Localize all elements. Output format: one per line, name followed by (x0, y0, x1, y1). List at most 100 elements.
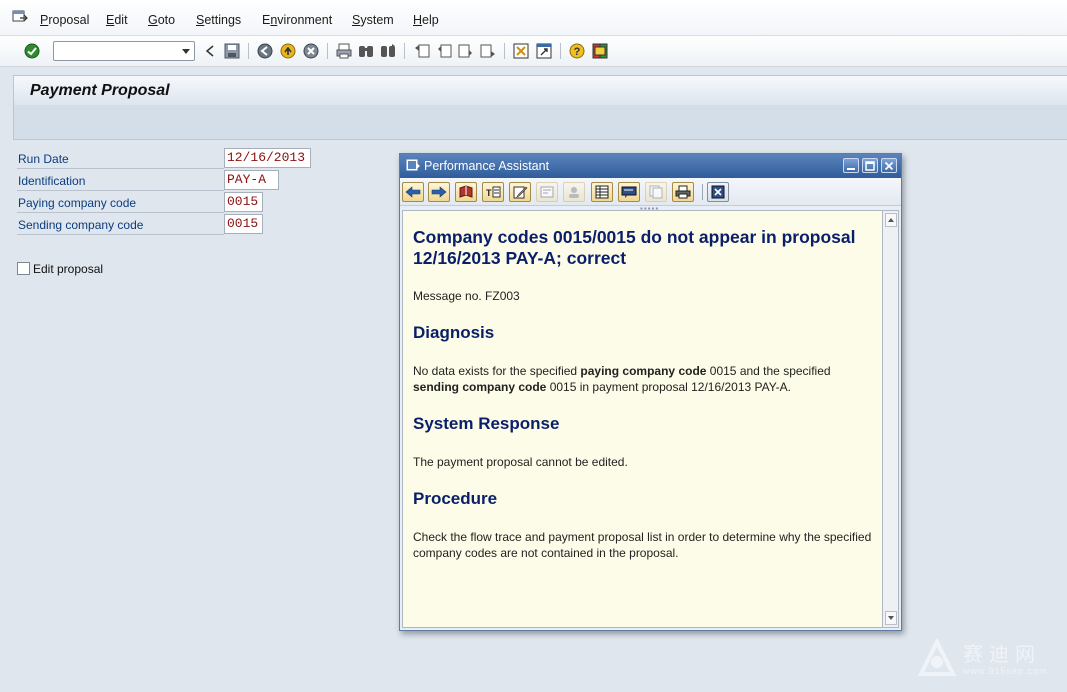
watermark-text: 赛迪网 (963, 642, 1041, 666)
help-icon[interactable]: ? (568, 42, 586, 60)
arrow-right-icon (431, 186, 447, 198)
first-page-icon[interactable] (413, 42, 431, 60)
user-icon (569, 187, 579, 198)
back-button[interactable] (402, 182, 424, 202)
menu-environment[interactable]: Environment (262, 13, 332, 27)
edit-proposal-checkbox[interactable] (17, 262, 30, 275)
diagnosis-heading: Diagnosis (413, 323, 495, 342)
last-page-icon[interactable] (479, 42, 497, 60)
watermark: 赛迪网 www.915sap.com (915, 636, 1055, 684)
copy-icon (649, 185, 663, 199)
copy-button[interactable] (645, 182, 667, 202)
toolbar-separator (504, 43, 505, 59)
menu-help[interactable]: Help (413, 13, 439, 27)
edit-icon (513, 186, 528, 199)
toolbar-separator (327, 43, 328, 59)
menu-settings[interactable]: Settings (196, 13, 241, 27)
procedure-text: Check the flow trace and payment proposa… (413, 530, 872, 560)
run-date-row: Run Date (17, 148, 224, 169)
cancel-icon[interactable] (302, 42, 320, 60)
print-icon (675, 185, 691, 199)
print-button[interactable] (672, 182, 694, 202)
assistant-content: Company codes 0015/0015 do not appear in… (402, 210, 883, 628)
system-response-heading: System Response (413, 414, 560, 433)
close-icon (711, 185, 725, 199)
message-number: Message no. FZ003 (413, 289, 520, 303)
minimize-button[interactable] (843, 158, 859, 173)
identification-field[interactable]: PAY-A (224, 170, 279, 190)
svg-text:?: ? (574, 46, 581, 58)
paying-company-code-field[interactable]: 0015 (224, 192, 263, 212)
save-icon[interactable] (223, 42, 241, 60)
system-response-text: The payment proposal cannot be edited. (413, 455, 628, 469)
technical-info-button[interactable]: T (482, 182, 504, 202)
close-assistant-button[interactable] (707, 182, 729, 202)
identification-row: Identification (17, 170, 224, 191)
comment-icon (621, 186, 637, 198)
close-icon (884, 161, 894, 170)
layout-icon[interactable] (591, 42, 609, 60)
enter-icon[interactable] (23, 42, 41, 60)
sending-company-code-label: Sending company code (18, 218, 144, 232)
back-icon[interactable] (201, 42, 219, 60)
menu-proposal[interactable]: Proposal (40, 13, 89, 27)
procedure-heading: Procedure (413, 489, 498, 508)
performance-assistant-title: Performance Assistant (424, 159, 550, 173)
system-menu-icon[interactable] (12, 10, 28, 24)
dictionary-icon (540, 186, 554, 198)
maximize-button[interactable] (862, 158, 878, 173)
term-sending-company-code[interactable]: sending company code (413, 380, 546, 394)
table-view-button[interactable] (591, 182, 613, 202)
create-session-icon[interactable] (512, 42, 530, 60)
performance-assistant-window: Performance Assistant T ▪▪▪▪▪ Company co… (399, 153, 902, 631)
identification-label: Identification (18, 174, 86, 188)
previous-page-icon[interactable] (435, 42, 453, 60)
shortcut-icon[interactable] (535, 42, 553, 60)
run-date-label: Run Date (18, 152, 69, 166)
menu-edit[interactable]: Edit (106, 13, 128, 27)
book-icon (459, 185, 473, 198)
find-next-icon[interactable] (379, 42, 397, 60)
run-date-field[interactable]: 12/16/2013 (224, 148, 311, 168)
toolbar-separator (248, 43, 249, 59)
user-notes-button[interactable] (563, 182, 585, 202)
watermark-logo-icon (917, 637, 957, 676)
print-icon[interactable] (335, 42, 353, 60)
sending-company-code-field[interactable]: 0015 (224, 214, 263, 234)
window-icon (406, 159, 420, 171)
exit-icon[interactable] (279, 42, 297, 60)
title-bar: Payment Proposal (13, 75, 1067, 105)
vertical-scrollbar[interactable] (883, 210, 899, 628)
performance-assistant-titlebar[interactable]: Performance Assistant (400, 154, 901, 178)
edit-button[interactable] (509, 182, 531, 202)
back-nav-icon[interactable] (256, 42, 274, 60)
arrow-left-icon (405, 186, 421, 198)
chevron-down-icon[interactable] (182, 49, 190, 54)
menu-system[interactable]: System (352, 13, 394, 27)
menu-goto[interactable]: Goto (148, 13, 175, 27)
command-field[interactable] (53, 41, 195, 61)
toolbar-separator (404, 43, 405, 59)
application-help-button[interactable] (455, 182, 477, 202)
next-page-icon[interactable] (457, 42, 475, 60)
close-button[interactable] (881, 158, 897, 173)
menu-bar: Proposal Edit Goto Settings Environment … (0, 0, 1067, 36)
scroll-up-button[interactable] (885, 213, 897, 227)
comment-button[interactable] (618, 182, 640, 202)
page-title: Payment Proposal (30, 82, 170, 99)
toolbar-separator (560, 43, 561, 59)
watermark-url: www.915sap.com (963, 666, 1048, 676)
find-icon[interactable] (357, 42, 375, 60)
paying-company-code-label: Paying company code (18, 196, 137, 210)
standard-toolbar: ? (0, 36, 1067, 67)
scroll-down-button[interactable] (885, 611, 897, 625)
forward-button[interactable] (428, 182, 450, 202)
edit-proposal-label: Edit proposal (33, 262, 104, 276)
message-heading: Company codes 0015/0015 do not appear in… (413, 227, 856, 268)
dictionary-button[interactable] (536, 182, 558, 202)
arrow-down-icon (888, 616, 894, 620)
term-paying-company-code[interactable]: paying company code (580, 364, 706, 378)
technical-info-icon: T (486, 186, 501, 198)
paying-company-code-row: Paying company code (17, 192, 224, 213)
minimize-icon (847, 167, 855, 170)
